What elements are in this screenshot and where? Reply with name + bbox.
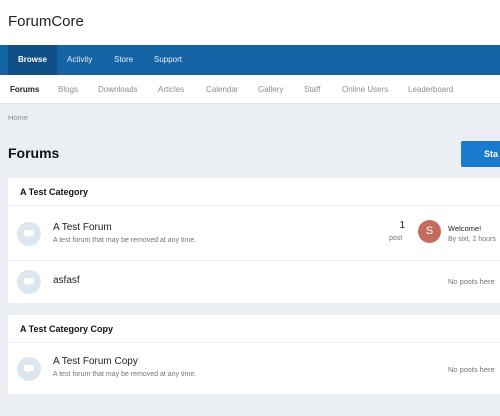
last-post-title[interactable]: Welcome!	[448, 224, 481, 233]
forum-title[interactable]: asfasf	[53, 275, 80, 286]
forum-row: A Test Forum Copy A test forum that may …	[8, 343, 500, 394]
category-title[interactable]: A Test Category Copy	[8, 315, 500, 343]
nav-browse[interactable]: Browse	[8, 45, 57, 75]
forum-row: asfasf No posts here	[8, 261, 500, 303]
subnav-articles[interactable]: Articles	[158, 75, 184, 104]
forum-title[interactable]: A Test Forum	[53, 222, 112, 233]
secondary-nav: Forums Blogs Downloads Articles Calendar…	[0, 75, 500, 104]
subnav-leaderboard[interactable]: Leaderboard	[408, 75, 453, 104]
nav-support[interactable]: Support	[144, 45, 192, 75]
start-topic-button[interactable]: Sta	[461, 141, 500, 167]
forum-description: A test forum that may be removed at any …	[53, 371, 197, 378]
post-count: 1	[399, 220, 405, 231]
last-post-meta: By sixt, 2 hours	[448, 236, 496, 243]
nav-activity[interactable]: Activity	[57, 45, 102, 75]
subnav-gallery[interactable]: Gallery	[258, 75, 283, 104]
subnav-online-users[interactable]: Online Users	[342, 75, 388, 104]
subnav-forums[interactable]: Forums	[10, 75, 39, 104]
breadcrumb[interactable]: Home	[8, 113, 28, 122]
subnav-staff[interactable]: Staff	[304, 75, 320, 104]
subnav-downloads[interactable]: Downloads	[98, 75, 138, 104]
forum-description: A test forum that may be removed at any …	[53, 237, 197, 244]
category-block: A Test Category A Test Forum A test foru…	[8, 178, 500, 303]
subnav-calendar[interactable]: Calendar	[206, 75, 238, 104]
forum-title[interactable]: A Test Forum Copy	[53, 356, 138, 367]
category-block: A Test Category Copy A Test Forum Copy A…	[8, 315, 500, 394]
nav-store[interactable]: Store	[104, 45, 143, 75]
page-title: Forums	[8, 145, 60, 161]
primary-nav: Browse Activity Store Support	[0, 45, 500, 75]
avatar[interactable]: S	[418, 220, 441, 243]
chat-bubble-icon	[17, 222, 41, 246]
post-count-label: post	[389, 235, 403, 242]
subnav-blogs[interactable]: Blogs	[58, 75, 78, 104]
site-header: ForumCore	[0, 0, 500, 45]
site-title[interactable]: ForumCore	[8, 13, 84, 30]
chat-bubble-icon	[17, 357, 41, 381]
category-title[interactable]: A Test Category	[8, 178, 500, 206]
no-posts-label: No posts here	[448, 277, 495, 286]
chat-bubble-icon	[17, 270, 41, 294]
no-posts-label: No posts here	[448, 365, 495, 374]
forum-row: A Test Forum A test forum that may be re…	[8, 206, 500, 261]
